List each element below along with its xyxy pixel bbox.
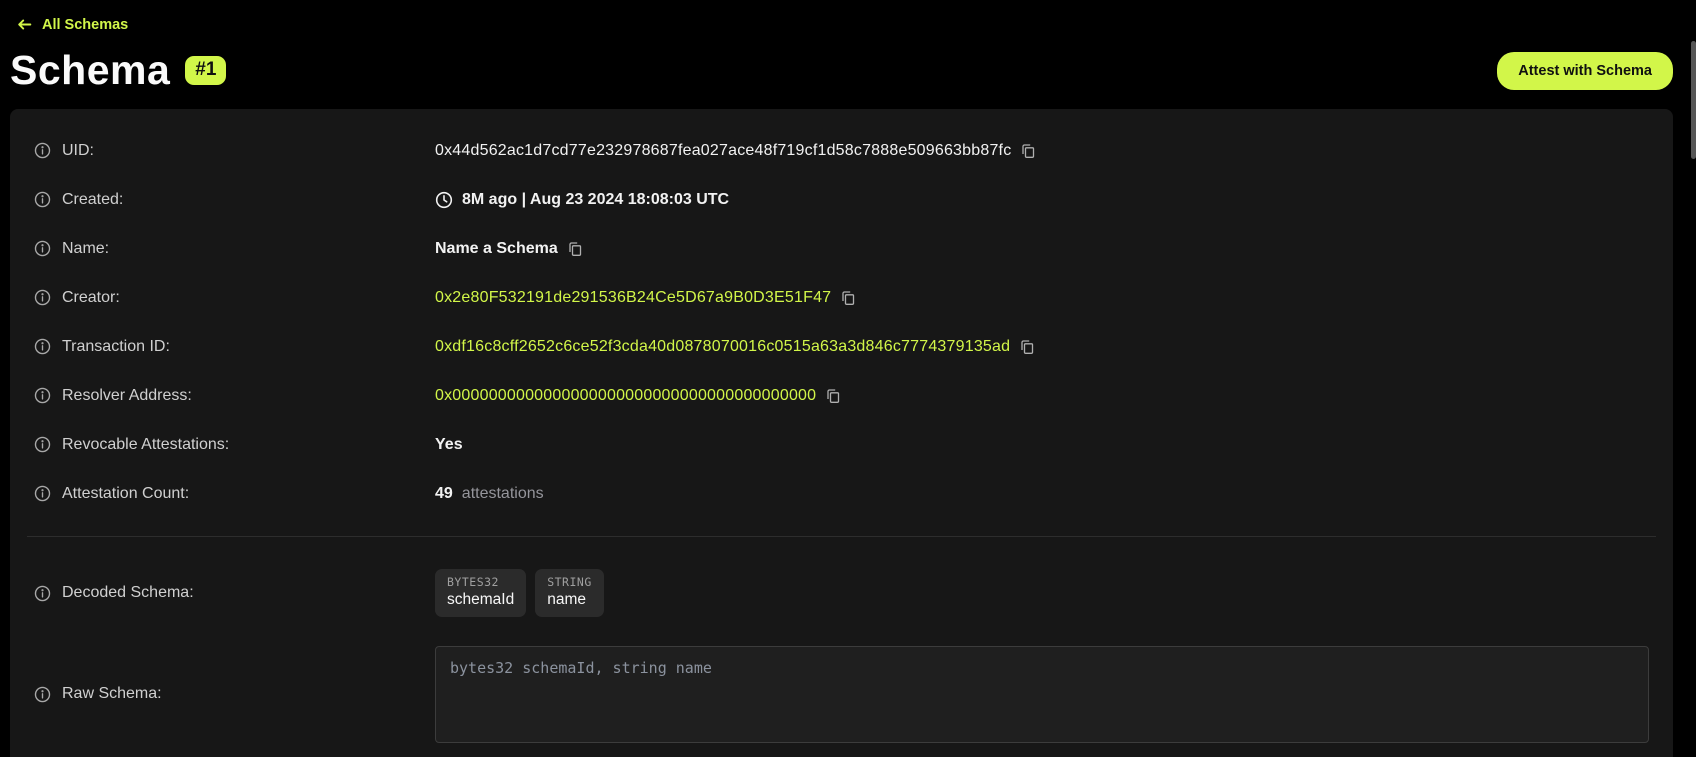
raw-schema-label: Raw Schema: [62, 685, 162, 703]
resolver-label-group: Resolver Address: [34, 387, 435, 405]
back-link-label: All Schemas [42, 17, 128, 33]
field-type: BYTES32 [447, 575, 514, 589]
attest-with-schema-button[interactable]: Attest with Schema [1497, 52, 1673, 90]
info-icon[interactable] [34, 686, 51, 703]
uid-label: UID: [62, 142, 94, 160]
title-row: Schema #1 Attest with Schema [10, 47, 1673, 94]
revocable-label: Revocable Attestations: [62, 436, 229, 454]
schema-number-badge: #1 [185, 56, 226, 85]
info-icon[interactable] [34, 289, 51, 306]
attestation-count-label: Attestation Count: [62, 485, 189, 503]
schema-field-chips: BYTES32 schemaId STRING name [435, 569, 604, 617]
transaction-id-label-group: Transaction ID: [34, 338, 435, 356]
created-row: Created: 8M ago | Aug 23 2024 18:08:03 U… [10, 175, 1673, 224]
created-value: 8M ago | Aug 23 2024 18:08:03 UTC [462, 191, 729, 209]
raw-schema-textarea[interactable]: bytes32 schemaId, string name [435, 646, 1649, 743]
info-icon[interactable] [34, 142, 51, 159]
name-row: Name: Name a Schema [10, 224, 1673, 273]
uid-label-group: UID: [34, 142, 435, 160]
info-icon[interactable] [34, 338, 51, 355]
uid-value: 0x44d562ac1d7cd77e232978687fea027ace48f7… [435, 142, 1011, 160]
name-label-group: Name: [34, 240, 435, 258]
schema-detail-card: UID: 0x44d562ac1d7cd77e232978687fea027ac… [10, 109, 1673, 757]
decoded-schema-label: Decoded Schema: [62, 584, 194, 602]
copy-uid-button[interactable] [1020, 143, 1036, 159]
info-icon[interactable] [34, 240, 51, 257]
info-icon[interactable] [34, 191, 51, 208]
copy-name-button[interactable] [567, 241, 583, 257]
revocable-row: Revocable Attestations: Yes [10, 420, 1673, 469]
field-name: name [547, 591, 592, 609]
copy-resolver-button[interactable] [825, 388, 841, 404]
revocable-label-group: Revocable Attestations: [34, 436, 435, 454]
name-label: Name: [62, 240, 109, 258]
creator-row: Creator: 0x2e80F532191de291536B24Ce5D67a… [10, 273, 1673, 322]
schema-field-chip: BYTES32 schemaId [435, 569, 526, 617]
vertical-scrollbar-thumb[interactable] [1691, 41, 1696, 159]
field-name: schemaId [447, 591, 514, 609]
attestations-link[interactable]: attestations [462, 485, 544, 503]
creator-label: Creator: [62, 289, 120, 307]
page-header: All Schemas Schema #1 Attest with Schema [0, 0, 1696, 94]
copy-transaction-id-button[interactable] [1019, 339, 1035, 355]
schema-field-chip: STRING name [535, 569, 604, 617]
resolver-label: Resolver Address: [62, 387, 192, 405]
creator-address-link[interactable]: 0x2e80F532191de291536B24Ce5D67a9B0D3E51F… [435, 289, 831, 307]
uid-row: UID: 0x44d562ac1d7cd77e232978687fea027ac… [10, 126, 1673, 175]
attestation-count-value: 49 [435, 485, 453, 503]
resolver-address-link[interactable]: 0x00000000000000000000000000000000000000… [435, 387, 816, 405]
info-icon[interactable] [34, 485, 51, 502]
clock-icon [435, 191, 453, 209]
raw-schema-row: Raw Schema: bytes32 schemaId, string nam… [10, 631, 1673, 751]
attestation-count-label-group: Attestation Count: [34, 485, 435, 503]
info-icon[interactable] [34, 585, 51, 602]
page-title: Schema [10, 47, 170, 94]
arrow-left-icon [16, 16, 33, 33]
created-label: Created: [62, 191, 123, 209]
section-divider [27, 536, 1656, 537]
decoded-schema-label-group: Decoded Schema: [34, 584, 435, 602]
transaction-id-row: Transaction ID: 0xdf16c8cff2652c6ce52f3c… [10, 322, 1673, 371]
created-label-group: Created: [34, 191, 435, 209]
schema-name-value: Name a Schema [435, 240, 558, 258]
decoded-schema-row: Decoded Schema: BYTES32 schemaId STRING … [10, 555, 1673, 631]
info-icon[interactable] [34, 387, 51, 404]
transaction-id-link[interactable]: 0xdf16c8cff2652c6ce52f3cda40d0878070016c… [435, 338, 1010, 356]
info-icon[interactable] [34, 436, 51, 453]
creator-label-group: Creator: [34, 289, 435, 307]
revocable-value: Yes [435, 436, 463, 454]
raw-schema-label-group: Raw Schema: [34, 685, 435, 703]
transaction-id-label: Transaction ID: [62, 338, 170, 356]
resolver-address-row: Resolver Address: 0x00000000000000000000… [10, 371, 1673, 420]
copy-creator-button[interactable] [840, 290, 856, 306]
field-type: STRING [547, 575, 592, 589]
back-link-all-schemas[interactable]: All Schemas [16, 16, 128, 33]
attestation-count-row: Attestation Count: 49 attestations [10, 469, 1673, 518]
